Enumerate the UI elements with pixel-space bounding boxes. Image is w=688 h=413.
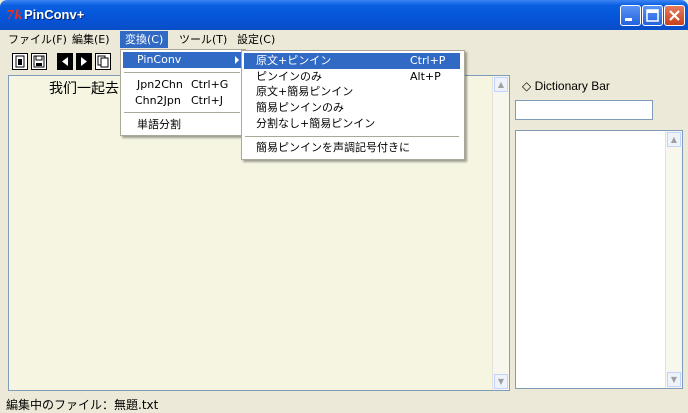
submenu-item-tone-marks[interactable]: 簡易ピンインを声調記号付きに xyxy=(244,140,460,156)
dict-scroll-down-icon[interactable]: ▼ xyxy=(667,372,681,387)
save-button[interactable] xyxy=(31,53,47,70)
close-button[interactable] xyxy=(664,5,685,26)
menu-item-label: Chn2Jpn xyxy=(135,94,181,107)
menu-item-shortcut: Alt+P xyxy=(410,70,441,83)
menu-separator xyxy=(124,112,240,113)
menu-settings[interactable]: 設定(C) xyxy=(232,31,280,48)
scroll-up-icon[interactable]: ▲ xyxy=(494,77,508,92)
copy-icon xyxy=(97,55,109,68)
convert-menu: PinConv Jpn2Chn Ctrl+G Chn2Jpn Ctrl+J 単語… xyxy=(120,49,246,136)
dictionary-scrollbar[interactable]: ▲ ▼ xyxy=(665,131,682,388)
menu-separator xyxy=(124,72,240,73)
dictionary-search-input[interactable] xyxy=(515,100,653,120)
submenu-item-simple-pinyin-only[interactable]: 簡易ピンインのみ xyxy=(244,100,460,116)
menu-item-shortcut: Ctrl+J xyxy=(191,94,224,107)
editor-text: 我们一起去 xyxy=(49,81,119,97)
menu-file[interactable]: ファイル(F) xyxy=(3,31,72,48)
menu-item-label: 単語分割 xyxy=(137,118,181,131)
copy-button[interactable] xyxy=(95,53,111,70)
menu-separator xyxy=(245,136,459,137)
menu-item-word-split[interactable]: 単語分割 xyxy=(123,117,241,133)
open-file-icon xyxy=(15,55,25,68)
minimize-icon xyxy=(625,18,632,21)
scroll-down-icon[interactable]: ▼ xyxy=(494,374,508,389)
menu-item-label: ピンインのみ xyxy=(256,70,322,83)
close-icon xyxy=(669,10,680,21)
menu-item-label: 簡易ピンインを声調記号付きに xyxy=(256,141,410,154)
pinconv-submenu: 原文+ピンイン Ctrl+P ピンインのみ Alt+P 原文+簡易ピンイン 簡易… xyxy=(241,50,465,160)
menu-item-label: 分割なし+簡易ピンイン xyxy=(256,117,376,130)
minimize-button[interactable] xyxy=(620,5,641,26)
window-title: PinConv+ xyxy=(24,7,85,22)
submenu-item-original-pinyin[interactable]: 原文+ピンイン Ctrl+P xyxy=(244,53,460,69)
title-bar[interactable]: 7k PinConv+ xyxy=(0,0,688,30)
maximize-icon xyxy=(646,9,659,22)
save-icon xyxy=(33,55,45,68)
status-bar: 編集中のファイル：無題.txt xyxy=(6,398,159,412)
menu-item-pinconv[interactable]: PinConv xyxy=(123,52,241,68)
dict-scroll-up-icon[interactable]: ▲ xyxy=(667,132,681,147)
next-button[interactable] xyxy=(76,53,92,70)
arrow-left-icon xyxy=(62,57,68,66)
dictionary-bar-label: ◇ Dictionary Bar xyxy=(522,79,610,93)
menu-tools[interactable]: ツール(T) xyxy=(174,31,232,48)
menu-edit[interactable]: 編集(E) xyxy=(67,31,115,48)
menu-item-label: 原文+簡易ピンイン xyxy=(256,85,354,98)
menu-item-chn2jpn[interactable]: Chn2Jpn Ctrl+J xyxy=(123,93,241,109)
menu-item-shortcut: Ctrl+P xyxy=(410,54,446,67)
menu-bar: ファイル(F) 編集(E) 変換(C) ツール(T) 設定(C) xyxy=(0,30,688,49)
pinconv-app-icon[interactable]: 7k xyxy=(6,9,23,21)
maximize-button[interactable] xyxy=(642,5,663,26)
menu-item-label: PinConv xyxy=(137,53,182,66)
menu-item-shortcut: Ctrl+G xyxy=(191,78,229,91)
arrow-right-icon xyxy=(81,57,87,66)
submenu-item-nosplit-simple-pinyin[interactable]: 分割なし+簡易ピンイン xyxy=(244,116,460,132)
submenu-item-original-simple-pinyin[interactable]: 原文+簡易ピンイン xyxy=(244,84,460,100)
prev-button[interactable] xyxy=(57,53,73,70)
menu-item-label: Jpn2Chn xyxy=(137,78,183,91)
menu-convert[interactable]: 変換(C) xyxy=(120,31,169,48)
submenu-item-pinyin-only[interactable]: ピンインのみ Alt+P xyxy=(244,69,460,85)
menu-item-jpn2chn[interactable]: Jpn2Chn Ctrl+G xyxy=(123,77,241,93)
open-button[interactable] xyxy=(12,53,28,70)
toolbar xyxy=(0,53,130,73)
menu-item-label: 簡易ピンインのみ xyxy=(256,101,344,114)
menu-item-label: 原文+ピンイン xyxy=(256,54,332,67)
editor-scrollbar[interactable]: ▲ ▼ xyxy=(492,76,509,390)
submenu-arrow-icon xyxy=(235,56,239,64)
dictionary-results[interactable]: ▲ ▼ xyxy=(515,130,683,389)
